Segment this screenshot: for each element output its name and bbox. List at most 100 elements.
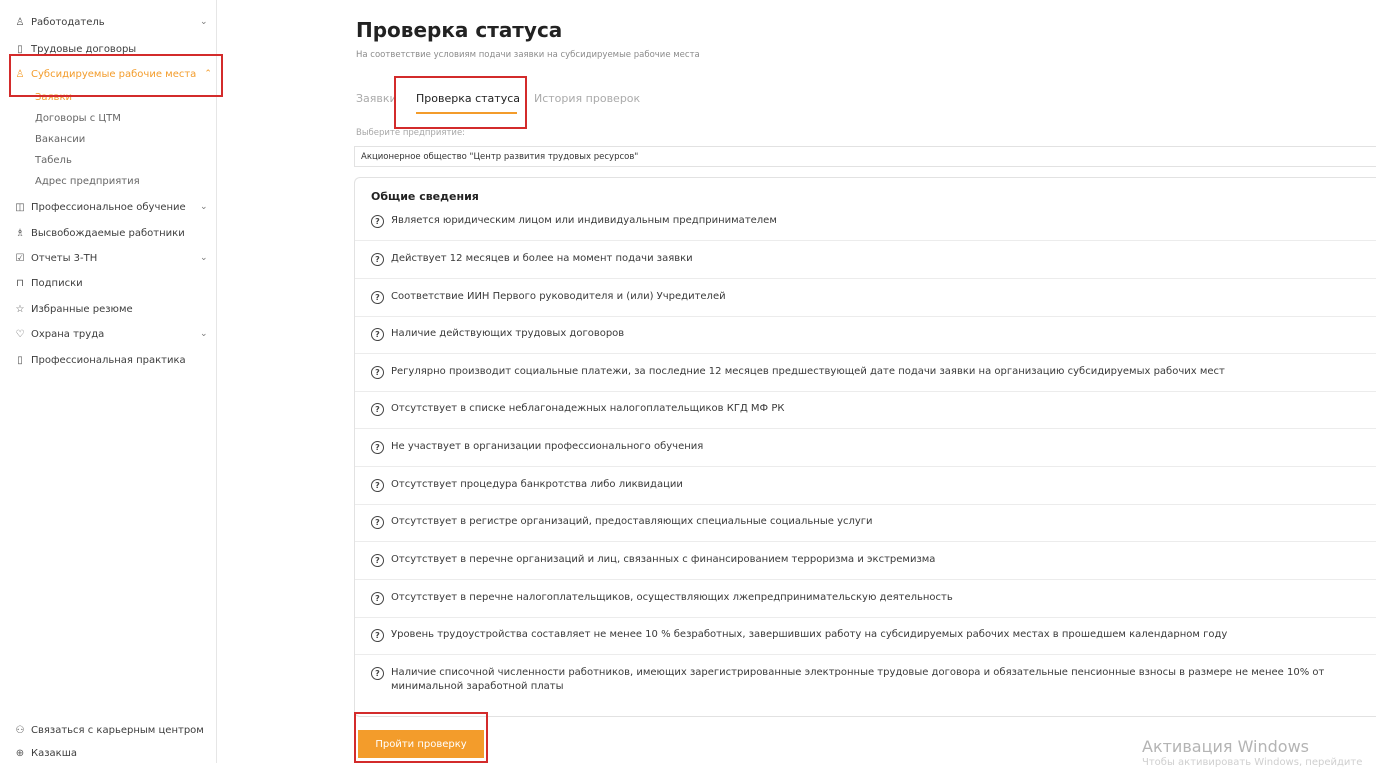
- sidebar-item-label: Высвобождаемые работники: [31, 227, 185, 239]
- row-divider: [355, 316, 1376, 317]
- run-check-button[interactable]: Пройти проверку: [358, 730, 484, 758]
- row-divider: [355, 466, 1376, 467]
- row-divider: [355, 617, 1376, 618]
- check-item-text: Отсутствует процедура банкротства либо л…: [391, 479, 683, 490]
- sidebar-subitem-vacancies[interactable]: Вакансии: [35, 131, 85, 147]
- check-item-text: Регулярно производит социальные платежи,…: [391, 366, 1225, 377]
- question-icon: ?: [371, 516, 384, 529]
- question-icon: ?: [371, 328, 384, 341]
- check-item: ? Отсутствует процедура банкротства либо …: [371, 478, 1374, 492]
- bookmark-icon: ⊓: [16, 277, 24, 289]
- chevron-down-icon: ⌄: [200, 202, 208, 212]
- question-icon: ?: [371, 629, 384, 642]
- check-item: ? Отсутствует в перечне налогоплательщико…: [371, 591, 1374, 605]
- chevron-down-icon: ⌄: [200, 253, 208, 263]
- document-icon: ▯: [17, 354, 23, 366]
- sidebar-item-label: Казакша: [31, 747, 77, 759]
- sidebar-item-released[interactable]: ♗ Высвобождаемые работники: [14, 224, 185, 242]
- sidebar-item-subscriptions[interactable]: ⊓ Подписки: [14, 274, 83, 292]
- check-item: ? Отсутствует в перечне организаций и лиц…: [371, 553, 1374, 567]
- heart-icon: ♡: [15, 328, 25, 340]
- check-item: ? Уровень трудоустройства составляет не м…: [371, 628, 1374, 642]
- question-icon: ?: [371, 479, 384, 492]
- sidebar-item-favorites[interactable]: ☆ Избранные резюме: [14, 300, 133, 318]
- question-icon: ?: [371, 215, 384, 228]
- check-item-text: Уровень трудоустройства составляет не ме…: [391, 629, 1228, 640]
- person-icon: ♙: [15, 16, 25, 28]
- checkbox-icon: ☑: [15, 252, 25, 264]
- question-icon: ?: [371, 253, 384, 266]
- windows-activation-watermark: Активация Windows: [1142, 737, 1309, 756]
- sidebar-subitem-label: Адрес предприятия: [35, 175, 140, 187]
- sidebar-subitem-timesheet[interactable]: Табель: [35, 152, 72, 168]
- row-divider: [355, 504, 1376, 505]
- main-content: Проверка статуса На соответствие условия…: [216, 0, 1376, 768]
- sidebar-item-safety[interactable]: ♡ Охрана труда ⌄: [14, 325, 208, 343]
- question-icon: ?: [371, 554, 384, 567]
- sidebar-item-contracts[interactable]: ▯ Трудовые договоры: [14, 40, 136, 58]
- document-icon: ▯: [17, 43, 23, 55]
- sidebar-item-employer[interactable]: ♙ Работодатель ⌄: [14, 13, 208, 31]
- sidebar-item-language[interactable]: ⊕ Казакша: [14, 744, 77, 762]
- company-select[interactable]: Акционерное общество "Центр развития тру…: [354, 146, 1376, 167]
- row-divider: [355, 579, 1376, 580]
- sidebar-item-label: Связаться с карьерным центром: [31, 724, 204, 736]
- check-item-text: Наличие списочной численности работников…: [391, 667, 1325, 692]
- globe-icon: ⊕: [15, 747, 25, 759]
- question-icon: ?: [371, 366, 384, 379]
- sidebar-item-practice[interactable]: ▯ Профессиональная практика: [14, 351, 186, 369]
- chevron-up-icon: ⌃: [204, 69, 212, 79]
- row-divider: [355, 353, 1376, 354]
- check-item: ? Соответствие ИИН Первого руководителя и…: [371, 290, 1374, 304]
- group-icon: ♗: [15, 227, 25, 239]
- company-select-label: Выберите предприятие:: [356, 128, 466, 138]
- check-item: ? Не участвует в организации профессионал…: [371, 440, 1374, 454]
- check-item: ? Действует 12 месяцев и более на момент …: [371, 252, 1374, 266]
- sidebar-item-label: Профессиональное обучение: [31, 201, 186, 213]
- sidebar-item-contact[interactable]: ⚇ Связаться с карьерным центром: [14, 721, 204, 739]
- sidebar-subitem-ctm-contracts[interactable]: Договоры с ЦТМ: [35, 110, 121, 126]
- sidebar-item-label: Отчеты 3-ТН: [31, 252, 98, 264]
- sidebar-subitem-address[interactable]: Адрес предприятия: [35, 173, 140, 189]
- check-item: ? Регулярно производит социальные платежи…: [371, 365, 1374, 379]
- row-divider: [355, 278, 1376, 279]
- row-divider: [355, 654, 1376, 655]
- check-item-text: Действует 12 месяцев и более на момент п…: [391, 253, 693, 264]
- sidebar-item-label: Работодатель: [31, 16, 105, 28]
- tab-check-history[interactable]: История проверок: [534, 92, 640, 105]
- check-item-text: Отсутствует в списке неблагонадежных нал…: [391, 403, 785, 414]
- sidebar-item-label: Профессиональная практика: [31, 354, 186, 366]
- star-icon: ☆: [15, 303, 25, 315]
- row-divider: [355, 240, 1376, 241]
- row-divider: [355, 391, 1376, 392]
- row-divider: [355, 428, 1376, 429]
- check-item-text: Соответствие ИИН Первого руководителя и …: [391, 291, 726, 302]
- question-icon: ?: [371, 441, 384, 454]
- question-icon: ?: [371, 403, 384, 416]
- sidebar-item-subsidized[interactable]: ♙ Субсидируемые рабочие места ⌃: [14, 65, 212, 83]
- check-item: ? Является юридическим лицом или индивиду…: [371, 214, 1374, 228]
- question-icon: ?: [371, 291, 384, 304]
- check-item-text: Отсутствует в перечне налогоплательщиков…: [391, 592, 953, 603]
- check-item: ? Наличие списочной численности работнико…: [371, 666, 1374, 694]
- people-icon: ⚇: [15, 724, 25, 736]
- tab-applications[interactable]: Заявки: [356, 92, 397, 105]
- check-item: ? Отсутствует в списке неблагонадежных на…: [371, 402, 1374, 416]
- tab-status-check[interactable]: Проверка статуса: [416, 92, 520, 105]
- sidebar-item-reports[interactable]: ☑ Отчеты 3-ТН ⌄: [14, 249, 208, 267]
- check-item: ? Наличие действующих трудовых договоров: [371, 327, 1374, 341]
- sidebar-subitem-applications[interactable]: Заявки: [35, 89, 72, 105]
- sidebar-item-label: Охрана труда: [31, 328, 105, 340]
- check-item-text: Наличие действующих трудовых договоров: [391, 328, 625, 339]
- sidebar-item-label: Субсидируемые рабочие места: [31, 68, 197, 80]
- page-subtitle: На соответствие условиям подачи заявки н…: [356, 50, 700, 60]
- sidebar-subitem-label: Заявки: [35, 91, 72, 103]
- check-item-text: Не участвует в организации профессиональ…: [391, 441, 704, 452]
- active-tab-indicator: [416, 112, 517, 114]
- sidebar-item-training[interactable]: ◫ Профессиональное обучение ⌄: [14, 198, 207, 216]
- chevron-down-icon: ⌄: [200, 17, 208, 27]
- people-icon: ♙: [15, 68, 25, 80]
- check-item-text: Является юридическим лицом или индивидуа…: [391, 215, 777, 226]
- check-item-text: Отсутствует в регистре организаций, пред…: [391, 516, 873, 527]
- sidebar-subitem-label: Табель: [35, 154, 72, 166]
